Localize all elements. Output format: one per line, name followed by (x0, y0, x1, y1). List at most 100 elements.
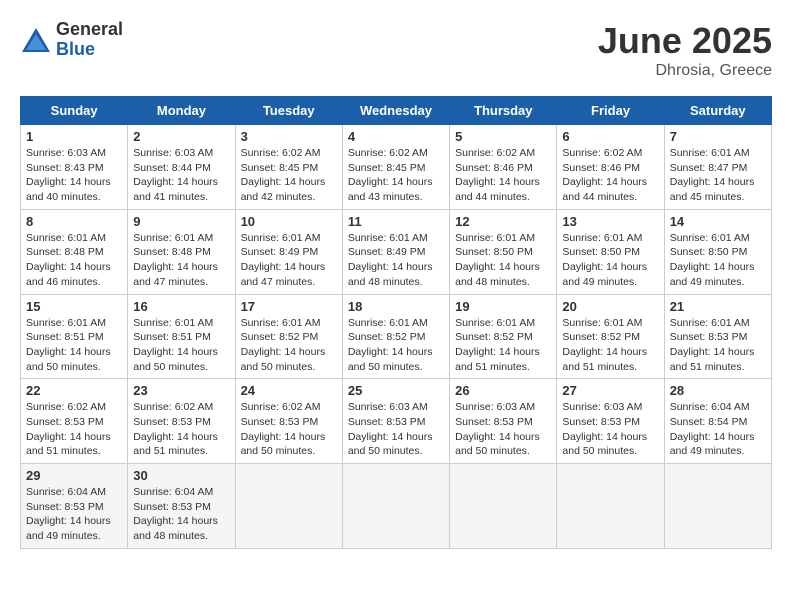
calendar-week-4: 22 Sunrise: 6:02 AMSunset: 8:53 PMDaylig… (21, 379, 772, 464)
page-header: General Blue June 2025 Dhrosia, Greece (20, 20, 772, 80)
day-number: 4 (348, 129, 444, 144)
col-header-thursday: Thursday (450, 97, 557, 125)
calendar-cell (450, 464, 557, 549)
month-title: June 2025 (598, 20, 772, 62)
calendar-cell: 12 Sunrise: 6:01 AMSunset: 8:50 PMDaylig… (450, 209, 557, 294)
day-number: 11 (348, 214, 444, 229)
day-info: Sunrise: 6:01 AMSunset: 8:51 PMDaylight:… (26, 316, 122, 375)
col-header-friday: Friday (557, 97, 664, 125)
day-number: 17 (241, 299, 337, 314)
calendar-cell: 1 Sunrise: 6:03 AMSunset: 8:43 PMDayligh… (21, 125, 128, 210)
day-info: Sunrise: 6:01 AMSunset: 8:52 PMDaylight:… (455, 316, 551, 375)
calendar-cell: 25 Sunrise: 6:03 AMSunset: 8:53 PMDaylig… (342, 379, 449, 464)
day-number: 18 (348, 299, 444, 314)
day-number: 27 (562, 383, 658, 398)
day-info: Sunrise: 6:01 AMSunset: 8:49 PMDaylight:… (348, 231, 444, 290)
day-info: Sunrise: 6:03 AMSunset: 8:53 PMDaylight:… (455, 400, 551, 459)
calendar-cell: 3 Sunrise: 6:02 AMSunset: 8:45 PMDayligh… (235, 125, 342, 210)
day-number: 24 (241, 383, 337, 398)
calendar-week-2: 8 Sunrise: 6:01 AMSunset: 8:48 PMDayligh… (21, 209, 772, 294)
day-info: Sunrise: 6:01 AMSunset: 8:49 PMDaylight:… (241, 231, 337, 290)
calendar-cell: 29 Sunrise: 6:04 AMSunset: 8:53 PMDaylig… (21, 464, 128, 549)
day-number: 25 (348, 383, 444, 398)
calendar-week-1: 1 Sunrise: 6:03 AMSunset: 8:43 PMDayligh… (21, 125, 772, 210)
calendar-cell: 22 Sunrise: 6:02 AMSunset: 8:53 PMDaylig… (21, 379, 128, 464)
calendar-cell: 11 Sunrise: 6:01 AMSunset: 8:49 PMDaylig… (342, 209, 449, 294)
calendar-cell: 19 Sunrise: 6:01 AMSunset: 8:52 PMDaylig… (450, 294, 557, 379)
calendar-cell: 28 Sunrise: 6:04 AMSunset: 8:54 PMDaylig… (664, 379, 771, 464)
day-info: Sunrise: 6:04 AMSunset: 8:53 PMDaylight:… (133, 485, 229, 544)
day-number: 21 (670, 299, 766, 314)
day-number: 6 (562, 129, 658, 144)
day-info: Sunrise: 6:02 AMSunset: 8:53 PMDaylight:… (241, 400, 337, 459)
calendar-cell: 26 Sunrise: 6:03 AMSunset: 8:53 PMDaylig… (450, 379, 557, 464)
day-info: Sunrise: 6:01 AMSunset: 8:47 PMDaylight:… (670, 146, 766, 205)
calendar-cell: 7 Sunrise: 6:01 AMSunset: 8:47 PMDayligh… (664, 125, 771, 210)
day-info: Sunrise: 6:01 AMSunset: 8:50 PMDaylight:… (455, 231, 551, 290)
calendar-table: SundayMondayTuesdayWednesdayThursdayFrid… (20, 96, 772, 549)
calendar-cell: 20 Sunrise: 6:01 AMSunset: 8:52 PMDaylig… (557, 294, 664, 379)
day-info: Sunrise: 6:03 AMSunset: 8:43 PMDaylight:… (26, 146, 122, 205)
day-number: 22 (26, 383, 122, 398)
col-header-monday: Monday (128, 97, 235, 125)
day-info: Sunrise: 6:02 AMSunset: 8:46 PMDaylight:… (562, 146, 658, 205)
calendar-cell (664, 464, 771, 549)
day-number: 15 (26, 299, 122, 314)
day-info: Sunrise: 6:02 AMSunset: 8:45 PMDaylight:… (241, 146, 337, 205)
calendar-cell: 9 Sunrise: 6:01 AMSunset: 8:48 PMDayligh… (128, 209, 235, 294)
calendar-cell: 27 Sunrise: 6:03 AMSunset: 8:53 PMDaylig… (557, 379, 664, 464)
location-label: Dhrosia, Greece (598, 62, 772, 80)
day-info: Sunrise: 6:01 AMSunset: 8:48 PMDaylight:… (26, 231, 122, 290)
day-number: 19 (455, 299, 551, 314)
day-number: 1 (26, 129, 122, 144)
day-info: Sunrise: 6:02 AMSunset: 8:46 PMDaylight:… (455, 146, 551, 205)
day-number: 3 (241, 129, 337, 144)
calendar-cell: 6 Sunrise: 6:02 AMSunset: 8:46 PMDayligh… (557, 125, 664, 210)
day-info: Sunrise: 6:01 AMSunset: 8:50 PMDaylight:… (670, 231, 766, 290)
calendar-cell (235, 464, 342, 549)
day-info: Sunrise: 6:03 AMSunset: 8:44 PMDaylight:… (133, 146, 229, 205)
day-number: 14 (670, 214, 766, 229)
calendar-cell (557, 464, 664, 549)
calendar-cell: 2 Sunrise: 6:03 AMSunset: 8:44 PMDayligh… (128, 125, 235, 210)
calendar-cell: 14 Sunrise: 6:01 AMSunset: 8:50 PMDaylig… (664, 209, 771, 294)
day-info: Sunrise: 6:03 AMSunset: 8:53 PMDaylight:… (348, 400, 444, 459)
day-number: 23 (133, 383, 229, 398)
day-info: Sunrise: 6:02 AMSunset: 8:53 PMDaylight:… (26, 400, 122, 459)
title-block: June 2025 Dhrosia, Greece (598, 20, 772, 80)
day-info: Sunrise: 6:01 AMSunset: 8:53 PMDaylight:… (670, 316, 766, 375)
day-info: Sunrise: 6:03 AMSunset: 8:53 PMDaylight:… (562, 400, 658, 459)
day-info: Sunrise: 6:01 AMSunset: 8:52 PMDaylight:… (241, 316, 337, 375)
day-info: Sunrise: 6:02 AMSunset: 8:53 PMDaylight:… (133, 400, 229, 459)
calendar-cell: 21 Sunrise: 6:01 AMSunset: 8:53 PMDaylig… (664, 294, 771, 379)
day-number: 2 (133, 129, 229, 144)
day-info: Sunrise: 6:01 AMSunset: 8:48 PMDaylight:… (133, 231, 229, 290)
calendar-cell: 8 Sunrise: 6:01 AMSunset: 8:48 PMDayligh… (21, 209, 128, 294)
day-number: 8 (26, 214, 122, 229)
day-number: 13 (562, 214, 658, 229)
day-number: 28 (670, 383, 766, 398)
col-header-tuesday: Tuesday (235, 97, 342, 125)
col-header-saturday: Saturday (664, 97, 771, 125)
calendar-cell: 23 Sunrise: 6:02 AMSunset: 8:53 PMDaylig… (128, 379, 235, 464)
calendar-week-5: 29 Sunrise: 6:04 AMSunset: 8:53 PMDaylig… (21, 464, 772, 549)
day-number: 9 (133, 214, 229, 229)
day-number: 16 (133, 299, 229, 314)
logo-general-label: General (56, 20, 123, 40)
day-info: Sunrise: 6:01 AMSunset: 8:52 PMDaylight:… (348, 316, 444, 375)
day-info: Sunrise: 6:01 AMSunset: 8:50 PMDaylight:… (562, 231, 658, 290)
calendar-cell: 5 Sunrise: 6:02 AMSunset: 8:46 PMDayligh… (450, 125, 557, 210)
calendar-cell (342, 464, 449, 549)
calendar-week-3: 15 Sunrise: 6:01 AMSunset: 8:51 PMDaylig… (21, 294, 772, 379)
calendar-cell: 18 Sunrise: 6:01 AMSunset: 8:52 PMDaylig… (342, 294, 449, 379)
day-number: 5 (455, 129, 551, 144)
calendar-cell: 13 Sunrise: 6:01 AMSunset: 8:50 PMDaylig… (557, 209, 664, 294)
calendar-cell: 15 Sunrise: 6:01 AMSunset: 8:51 PMDaylig… (21, 294, 128, 379)
day-number: 7 (670, 129, 766, 144)
calendar-cell: 10 Sunrise: 6:01 AMSunset: 8:49 PMDaylig… (235, 209, 342, 294)
day-number: 26 (455, 383, 551, 398)
day-number: 20 (562, 299, 658, 314)
logo-blue-label: Blue (56, 40, 123, 60)
day-info: Sunrise: 6:01 AMSunset: 8:52 PMDaylight:… (562, 316, 658, 375)
day-number: 29 (26, 468, 122, 483)
